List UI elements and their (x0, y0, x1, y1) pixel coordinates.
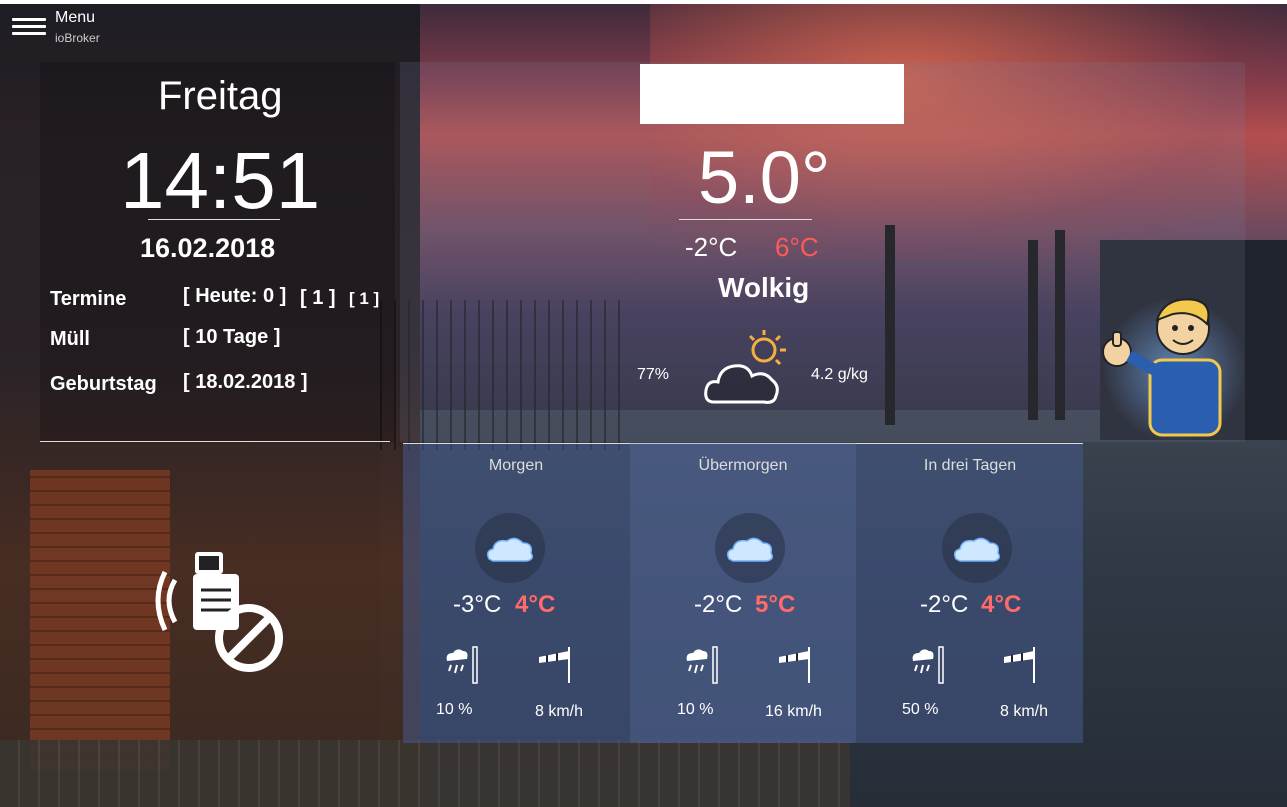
rain-gauge-icon (912, 646, 944, 684)
cloud-sun-icon (704, 330, 786, 404)
forecast-wind: 8 km/h (535, 703, 584, 720)
temp-divider (679, 219, 812, 220)
termine-today[interactable]: [ Heute: 0 ] (183, 285, 286, 308)
current-humidity: 77% (637, 366, 670, 383)
cloud-icon (942, 513, 1012, 583)
current-min: -2°C (685, 232, 738, 262)
clock-divider (148, 219, 280, 220)
forecast-day-label: Übermorgen (698, 457, 788, 474)
forecast-day-label: Morgen (488, 457, 544, 474)
clock-time: 14:51 (120, 136, 321, 225)
location-box (640, 64, 904, 124)
forecast-rain: 10 % (436, 701, 473, 718)
windsock-icon (1004, 647, 1035, 683)
forecast-rain: 10 % (677, 701, 714, 718)
forecast-wind: 8 km/h (1000, 703, 1049, 720)
forecast-day-2: Übermorgen -2°C 5°C 10 % 16 km/h (630, 443, 856, 743)
menu-label[interactable]: Menu (55, 9, 95, 27)
phone-off-icon[interactable] (155, 550, 285, 675)
muell-value[interactable]: [ 10 Tage ] (183, 326, 280, 349)
forecast-max: 4°C (515, 591, 556, 618)
weekday: Freitag (158, 74, 283, 118)
current-max: 6°C (775, 232, 819, 262)
forecast-wind: 16 km/h (765, 703, 822, 720)
mascot-thumbs-up (1102, 298, 1245, 440)
forecast-day-label: In drei Tagen (923, 457, 1017, 474)
forecast-day-3: In drei Tagen -2°C 4°C 50 % 8 km/h (857, 443, 1083, 743)
termine-count-2[interactable]: [ 1 ] (349, 289, 379, 309)
forecast-day-1: Morgen -3°C 4°C 10 % 8 km/h (403, 443, 629, 743)
menu-sub-label: ioBroker (55, 31, 100, 45)
geburtstag-value[interactable]: [ 18.02.2018 ] (183, 371, 308, 394)
top-border (0, 0, 1287, 4)
forecast-max: 5°C (755, 591, 796, 618)
menu-icon[interactable] (12, 14, 46, 42)
forecast-rain: 50 % (902, 701, 939, 718)
forecast-max: 4°C (981, 591, 1022, 618)
forecast-min: -2°C (694, 591, 743, 618)
current-abs-humidity: 4.2 g/kg (811, 366, 868, 383)
cloud-icon (475, 513, 545, 583)
termine-label: Termine (50, 288, 127, 310)
muell-label: Müll (50, 328, 90, 350)
windsock-icon (779, 647, 810, 683)
left-divider (40, 441, 390, 442)
forecast-min: -3°C (453, 591, 502, 618)
forecast-min: -2°C (920, 591, 969, 618)
brick-wall (30, 470, 170, 770)
cloud-icon (715, 513, 785, 583)
windsock-icon (539, 647, 570, 683)
rain-gauge-icon (686, 646, 718, 684)
clock-date: 16.02.2018 (140, 233, 276, 263)
current-temp: 5.0° (698, 136, 831, 219)
termine-count-1[interactable]: [ 1 ] (300, 287, 336, 310)
rain-gauge-icon (446, 646, 478, 684)
cobblestone (0, 740, 850, 807)
current-condition: Wolkig (718, 272, 810, 303)
geburtstag-label: Geburtstag (50, 373, 157, 395)
